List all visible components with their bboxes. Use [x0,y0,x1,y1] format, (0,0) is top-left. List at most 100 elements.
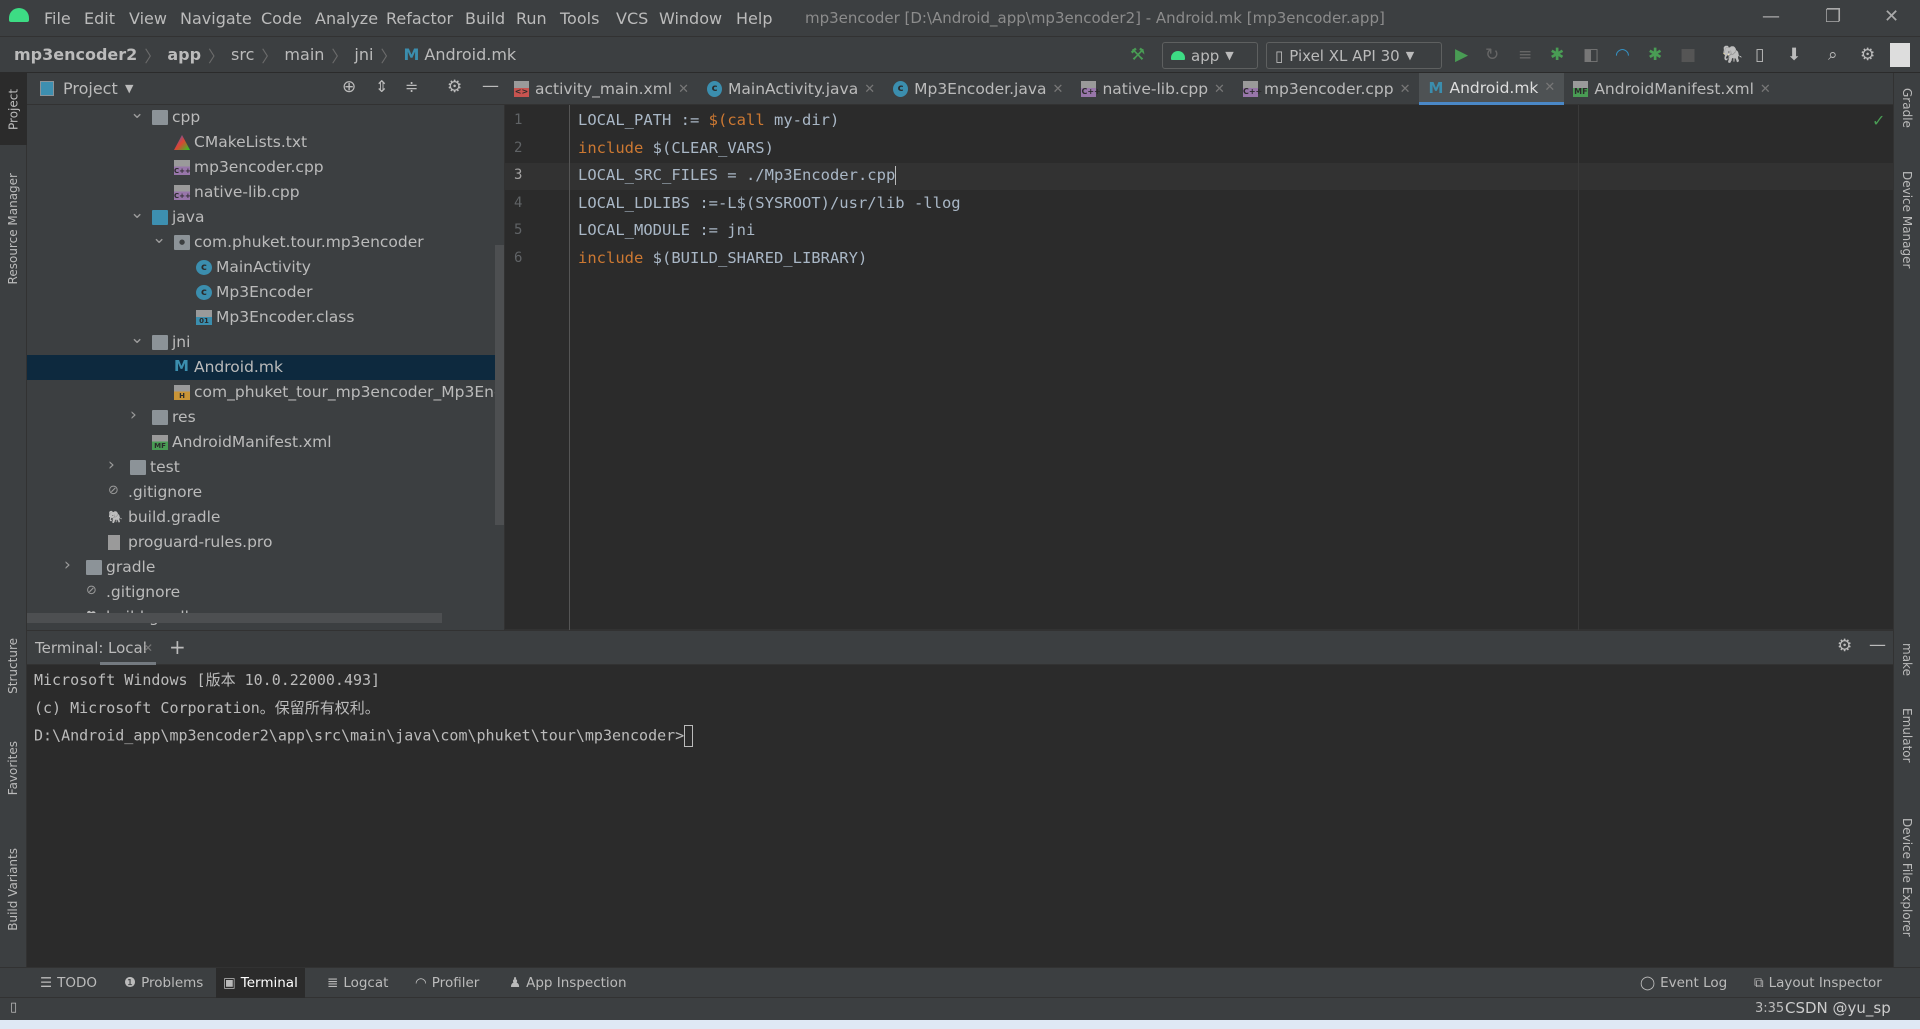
tab-androidmanifest-xml[interactable]: MF AndroidManifest.xml ✕ [1564,73,1780,105]
project-view-select[interactable]: Project [63,79,118,98]
run-icon[interactable]: ▶ [1455,45,1468,65]
chevron-right-icon[interactable]: › [108,455,115,475]
collapse-all-icon[interactable]: ≑ [405,77,418,96]
chevron-down-icon[interactable]: ⌄ [130,105,144,123]
close-tab-icon[interactable]: ✕ [1400,82,1411,97]
tab-mp3encoder-java[interactable]: c Mp3Encoder.java ✕ [884,73,1072,105]
breadcrumb-main[interactable]: main [284,45,324,64]
menu-refactor[interactable]: Refactor [386,9,453,28]
menu-code[interactable]: Code [261,9,302,28]
gradle-tool-tab[interactable]: Gradle [1900,88,1914,128]
app-inspection-tool-button[interactable]: ♟ App Inspection [502,968,634,998]
menu-edit[interactable]: Edit [84,9,115,28]
close-tab-icon[interactable]: ✕ [143,641,153,655]
tree-item[interactable]: ⌄ ● com.phuket.tour.mp3encoder [27,228,504,255]
tree-item[interactable]: ⌄ cpp [27,105,504,130]
tab-mp3encoder-cpp[interactable]: C++ mp3encoder.cpp ✕ [1234,73,1420,105]
hide-icon[interactable]: — [1869,635,1886,655]
tab-activity-main-xml[interactable]: <> activity_main.xml ✕ [505,73,698,105]
breadcrumb-jni[interactable]: jni [354,45,373,64]
close-button[interactable]: ✕ [1884,6,1899,27]
new-terminal-plus-icon[interactable]: + [169,635,186,659]
locate-icon[interactable]: ⊕ [342,77,356,97]
menu-run[interactable]: Run [516,9,547,28]
breadcrumb-project[interactable]: mp3encoder2 [14,45,137,64]
gear-icon[interactable]: ⚙ [1837,636,1852,656]
tree-vertical-scrollbar[interactable] [495,245,504,525]
apply-changes-icon[interactable]: ↻ [1485,45,1499,65]
close-tab-icon[interactable]: ✕ [1544,80,1555,95]
resource-manager-tool-tab[interactable]: Resource Manager [6,173,20,284]
emulator-tool-tab[interactable]: Emulator [1900,708,1914,763]
event-log-button[interactable]: ◯ Event Log [1633,968,1734,998]
problems-tool-button[interactable]: ❶ Problems [117,968,210,998]
device-file-explorer-tool-tab[interactable]: Device File Explorer [1900,818,1914,937]
debug-icon[interactable]: ✱ [1550,45,1564,65]
close-tab-icon[interactable]: ✕ [678,82,689,97]
build-hammer-icon[interactable]: ⚒ [1130,45,1145,65]
menu-analyze[interactable]: Analyze [315,9,378,28]
chevron-right-icon[interactable]: › [130,405,137,425]
sdk-manager-icon[interactable]: ⬇ [1787,45,1801,65]
tree-item[interactable]: ⊘ .gitignore [27,480,504,505]
tree-item[interactable]: c MainActivity [27,255,504,280]
menu-build[interactable]: Build [465,9,505,28]
search-icon[interactable]: ⌕ [1828,45,1838,65]
tree-item[interactable]: Hcom_phuket_tour_mp3encoder_Mp3Encoc [27,380,504,405]
tab-native-lib-cpp[interactable]: C++ native-lib.cpp ✕ [1072,73,1234,105]
close-tab-icon[interactable]: ✕ [864,82,875,97]
tree-horizontal-scrollbar[interactable] [27,613,442,623]
stop-icon[interactable]: ■ [1680,45,1696,65]
chevron-down-icon[interactable]: ▼ [125,82,133,95]
gear-icon[interactable]: ⚙ [447,77,462,97]
chevron-down-icon[interactable]: ⌄ [130,328,144,348]
tree-item[interactable]: M Android.mk [27,355,504,380]
structure-tool-tab[interactable]: Structure [6,638,20,694]
device-manager-icon[interactable]: ▯ [1755,45,1764,65]
tree-item[interactable]: c Mp3Encoder [27,280,504,305]
hide-icon[interactable]: — [482,76,499,96]
terminal-tab-local[interactable]: Local ✕ [100,631,156,665]
todo-tool-button[interactable]: ☰ TODO [33,968,104,998]
close-tab-icon[interactable]: ✕ [1053,82,1064,97]
breadcrumb-src[interactable]: src [231,45,254,64]
expand-all-icon[interactable]: ⇕ [375,77,388,96]
minimize-button[interactable]: — [1762,6,1780,27]
tree-item[interactable]: › res [27,405,504,430]
device-manager-tool-tab[interactable]: Device Manager [1900,171,1914,268]
tree-item[interactable]: proguard-rules.pro [27,530,504,555]
layout-inspector-button[interactable]: ⧉ Layout Inspector [1747,968,1889,998]
chevron-down-icon[interactable]: ⌄ [152,228,166,248]
tree-item[interactable]: MF AndroidManifest.xml [27,430,504,455]
menu-view[interactable]: View [129,9,167,28]
logcat-tool-button[interactable]: ≣ Logcat [320,968,395,998]
sync-gradle-icon[interactable]: 🐘 [1722,45,1743,65]
tool-windows-toggle-icon[interactable]: ▯ [10,1000,17,1015]
terminal-tool-button[interactable]: ▣ Terminal [216,968,305,998]
breadcrumb-file[interactable]: Android.mk [424,45,516,64]
chevron-down-icon[interactable]: ⌄ [130,203,144,223]
profile-icon[interactable]: ◠ [1615,45,1630,65]
chevron-right-icon[interactable]: › [64,555,71,575]
tree-item[interactable]: 🐘 build.gradle [27,505,504,530]
menu-navigate[interactable]: Navigate [180,9,252,28]
code-editor[interactable]: 1 2 3 4 5 6 ✓ LOCAL_PATH := $(call my-dir) inc… [505,105,1893,630]
tab-android-mk[interactable]: M Android.mk ✕ [1419,73,1565,105]
menu-help[interactable]: Help [736,9,772,28]
tree-item[interactable]: ⌄ jni [27,328,504,355]
menu-window[interactable]: Window [659,9,722,28]
tree-item[interactable]: › gradle [27,555,504,580]
apply-code-changes-icon[interactable]: ≡ [1518,45,1532,65]
close-tab-icon[interactable]: ✕ [1214,82,1225,97]
tree-item[interactable]: C++ mp3encoder.cpp [27,155,504,180]
tree-item[interactable]: › test [27,455,504,480]
tree-item[interactable]: 01 Mp3Encoder.class [27,305,504,330]
device-select[interactable]: ▯ Pixel XL API 30 ▼ [1266,42,1442,69]
project-tool-tab[interactable]: Project [0,73,27,145]
tree-item[interactable]: ⊘ .gitignore [27,580,504,605]
maximize-button[interactable]: ❐ [1825,6,1841,27]
tab-mainactivity-java[interactable]: c MainActivity.java ✕ [698,73,884,105]
build-variants-tool-tab[interactable]: Build Variants [6,848,20,931]
run-config-select[interactable]: app ▼ [1162,42,1258,69]
tree-item[interactable]: C++ native-lib.cpp [27,180,504,205]
